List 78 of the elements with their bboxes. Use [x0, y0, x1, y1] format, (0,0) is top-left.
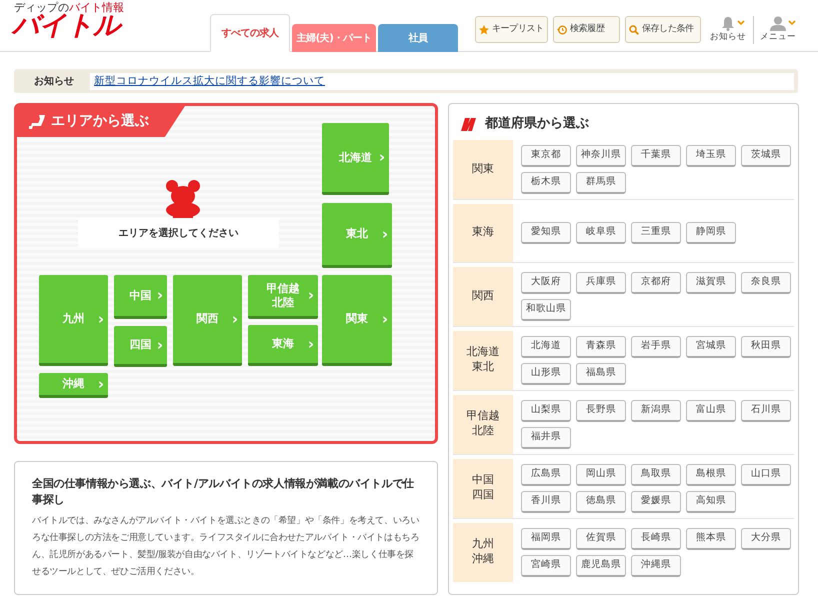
prefecture-button[interactable]: 鹿児島県: [576, 554, 626, 576]
caret-icon: [737, 20, 745, 26]
logo[interactable]: バイトル: [12, 12, 120, 39]
tab[interactable]: すべての求人: [210, 14, 290, 52]
prefecture-button[interactable]: 佐賀県: [576, 528, 626, 550]
region-label: 東海: [453, 204, 513, 262]
caret-icon: [788, 20, 796, 26]
prefecture-button[interactable]: 京都府: [631, 272, 681, 294]
prefecture-button[interactable]: 東京都: [521, 144, 571, 166]
prefecture-button[interactable]: 栃木県: [521, 172, 571, 194]
prefecture-button[interactable]: 大分県: [741, 528, 791, 550]
logo-icon: [459, 116, 479, 131]
prefecture-button[interactable]: 新潟県: [631, 400, 681, 422]
prefecture-button[interactable]: 山口県: [741, 464, 791, 486]
prefecture-button[interactable]: 兵庫県: [576, 272, 626, 294]
header-button[interactable]: 保存した条件: [625, 16, 701, 43]
prefecture-button[interactable]: 北海道: [521, 336, 571, 358]
prefecture-button[interactable]: 長野県: [576, 400, 626, 422]
region-label: 関東: [453, 140, 513, 198]
header-button[interactable]: キープリスト: [475, 16, 548, 43]
notice-link[interactable]: 新型コロナウイルス拡大に関する影響について: [90, 72, 794, 90]
header-button[interactable]: 検索履歴: [553, 16, 620, 43]
region-label: 北海道 東北: [453, 330, 513, 390]
prefecture-button[interactable]: 香川県: [521, 490, 571, 512]
prefecture-button[interactable]: 岩手県: [631, 336, 681, 358]
prefecture-button[interactable]: 奈良県: [741, 272, 791, 294]
history-icon: [557, 24, 567, 34]
region-label: 関西: [453, 266, 513, 326]
prefecture-button[interactable]: 石川県: [741, 400, 791, 422]
region-label: 中国 四国: [453, 458, 513, 518]
prefecture-button[interactable]: 三重県: [631, 222, 681, 244]
star-icon: [479, 24, 489, 34]
prefecture-button[interactable]: 群馬県: [576, 172, 626, 194]
prefecture-button[interactable]: 福井県: [521, 426, 571, 448]
prefecture-button[interactable]: 青森県: [576, 336, 626, 358]
prefecture-button[interactable]: 長崎県: [631, 528, 681, 550]
prefecture-button[interactable]: 静岡県: [686, 222, 736, 244]
prefecture-button[interactable]: 宮城県: [686, 336, 736, 358]
header-icon-button[interactable]: お知らせ: [710, 16, 746, 44]
prefecture-button[interactable]: 愛媛県: [631, 490, 681, 512]
prefecture-button[interactable]: 島根県: [686, 464, 736, 486]
notice-label: お知らせ: [33, 74, 75, 88]
search-icon: [629, 24, 639, 34]
region-label: 九州 沖縄: [453, 522, 513, 582]
prefecture-button[interactable]: 鳥取県: [631, 464, 681, 486]
prefecture-button[interactable]: 千葉県: [631, 144, 681, 166]
prefecture-button[interactable]: 神奈川県: [576, 144, 626, 166]
prefecture-button[interactable]: 和歌山県: [521, 298, 571, 320]
region-label: 甲信越 北陸: [453, 394, 513, 454]
prefecture-button[interactable]: 熊本県: [686, 528, 736, 550]
about-heading: 全国の仕事情報から選ぶ、バイト/アルバイトの求人情報が満載のバイトルで仕事探し: [32, 476, 415, 508]
message-box: エリアを選択してください: [78, 218, 279, 248]
panel-title-text: エリアから選ぶ: [51, 112, 149, 131]
prefecture-button[interactable]: 山梨県: [521, 400, 571, 422]
prefecture-button[interactable]: 埼玉県: [686, 144, 736, 166]
tagline: ディップのバイト情報: [14, 0, 124, 14]
prefecture-button[interactable]: 広島県: [521, 464, 571, 486]
prefecture-button[interactable]: 茨城県: [741, 144, 791, 166]
prefecture-button[interactable]: 愛知県: [521, 222, 571, 244]
prefecture-button[interactable]: 山形県: [521, 362, 571, 384]
prefecture-button[interactable]: 岐阜県: [576, 222, 626, 244]
prefecture-button[interactable]: 滋賀県: [686, 272, 736, 294]
prefecture-button[interactable]: 秋田県: [741, 336, 791, 358]
header-icon-button[interactable]: メニュー: [760, 16, 796, 44]
bell-icon: [721, 16, 735, 31]
prefecture-button[interactable]: 福島県: [576, 362, 626, 384]
prefecture-button[interactable]: 大阪府: [521, 272, 571, 294]
about-text: バイトルでは、みなさんがアルバイト・バイトを選ぶときの「希望」や「条件」を考えて、いろいろな仕事探しの方法をご用意しています。ライフスタイルに合わせたアルバイト・バイトはもちろん、託児所があるパート、髪型/服装が自由なバイト、リゾートバイトなどなど…楽しく仕事を探せるツールとして、ぜひご活用ください。: [32, 514, 420, 580]
panel-title: 都道府県から選ぶ: [485, 114, 589, 133]
person-icon: [770, 16, 786, 31]
prefecture-button[interactable]: 福岡県: [521, 528, 571, 550]
prefecture-button[interactable]: 徳島県: [576, 490, 626, 512]
map-icon: [29, 114, 45, 128]
prefecture-button[interactable]: 富山県: [686, 400, 736, 422]
prefecture-button[interactable]: 宮崎県: [521, 554, 571, 576]
prefecture-button[interactable]: 岡山県: [576, 464, 626, 486]
prefecture-button[interactable]: 沖縄県: [631, 554, 681, 576]
prefecture-button[interactable]: 高知県: [686, 490, 736, 512]
